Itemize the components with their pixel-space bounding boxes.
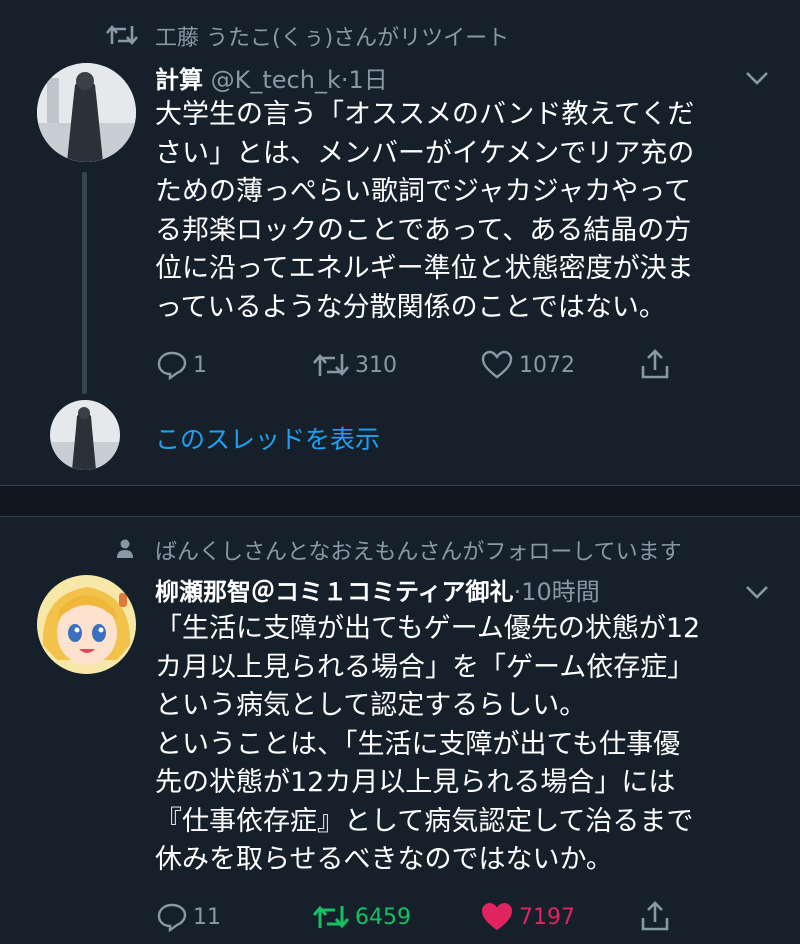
share-icon	[641, 901, 669, 931]
chevron-down-icon[interactable]	[745, 70, 769, 86]
share-button[interactable]	[640, 900, 670, 932]
reply-button[interactable]: 11	[157, 902, 221, 932]
like-count: 1072	[519, 352, 575, 378]
person-icon	[117, 539, 133, 558]
tweet-header: 計算 @K_tech_k·1日	[155, 60, 388, 95]
heart-icon	[481, 902, 513, 931]
share-button[interactable]	[640, 348, 670, 380]
like-count: 7197	[519, 904, 575, 930]
retweet-count: 310	[355, 352, 397, 378]
retweet-icon	[313, 905, 349, 929]
like-button[interactable]: 1072	[481, 350, 575, 380]
retweet-icon	[106, 24, 138, 46]
reply-count: 1	[193, 352, 207, 378]
show-thread-link[interactable]: このスレッドを表示	[155, 420, 380, 456]
heart-icon	[481, 350, 513, 379]
display-name[interactable]: 柳瀬那智＠コミ１コミティア御礼	[155, 578, 514, 606]
separator-dot: ·	[340, 66, 349, 94]
tweet-text: 「生活に支障が出てもゲーム優先の状態が12 カ月以上見られる場合」を「ゲーム依存…	[155, 613, 701, 875]
thread-line	[82, 172, 87, 394]
share-icon	[641, 349, 669, 379]
retweet-count: 6459	[355, 904, 411, 930]
retweet-button[interactable]: 6459	[313, 902, 411, 932]
reply-button[interactable]: 1	[157, 350, 207, 380]
user-handle[interactable]: @K_tech_k	[211, 66, 341, 94]
reply-count: 11	[193, 904, 221, 930]
timestamp[interactable]: 10時間	[521, 578, 600, 606]
chevron-down-icon[interactable]	[745, 584, 769, 600]
timeline-divider	[0, 485, 800, 517]
avatar[interactable]	[37, 63, 136, 162]
like-button[interactable]: 7197	[481, 902, 575, 932]
display-name[interactable]: 計算	[155, 66, 203, 94]
reply-icon	[157, 351, 187, 380]
retweet-context[interactable]: 工藤 うたこ(くぅ)さんがリツイート	[155, 20, 509, 52]
retweet-icon	[313, 354, 349, 376]
reply-icon	[157, 903, 187, 932]
tweet-text: 大学生の言う「オススメのバンド教えてくだ さい」とは、メンバーがイケメンでリア充…	[155, 99, 695, 323]
avatar[interactable]	[37, 575, 136, 674]
tweet-header: 柳瀬那智＠コミ１コミティア御礼·10時間	[155, 572, 600, 607]
thread-avatar[interactable]	[50, 400, 120, 470]
follow-context[interactable]: ばんくしさんとなおえもんさんがフォローしています	[155, 534, 682, 566]
timestamp[interactable]: 1日	[349, 66, 388, 94]
retweet-button[interactable]: 310	[313, 350, 397, 380]
